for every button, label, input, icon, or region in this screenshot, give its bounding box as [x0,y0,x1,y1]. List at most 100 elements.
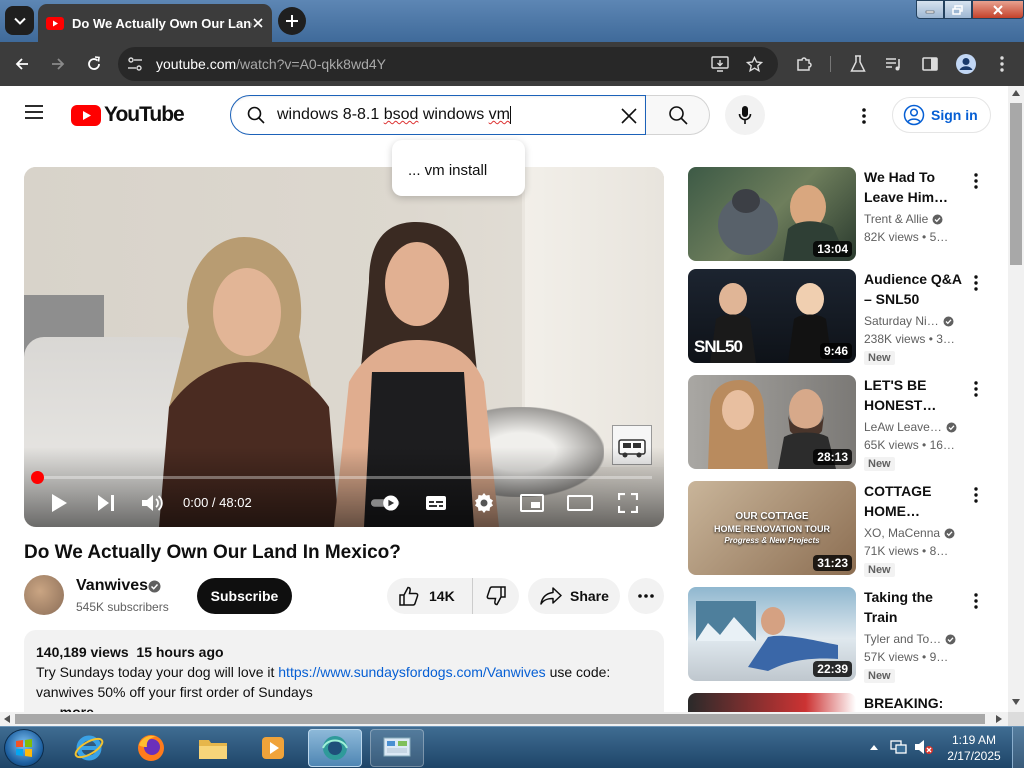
vertical-scrollbar[interactable] [1008,86,1024,712]
rec-title[interactable]: Audience Q&A – SNL50 [864,269,969,309]
settings-menu-button[interactable] [852,104,876,128]
media-controls-button[interactable] [882,52,906,76]
taskbar-firefox[interactable] [124,729,178,767]
scroll-right-arrow-icon[interactable] [996,715,1002,723]
autoplay-toggle[interactable] [370,489,404,517]
description-link[interactable]: https://www.sundaysfordogs.com/Vanwives [278,664,545,680]
labs-button[interactable] [846,52,870,76]
taskbar-file-explorer[interactable] [186,729,240,767]
rec-menu-button[interactable] [968,589,984,613]
rec-thumbnail[interactable] [688,693,856,712]
rec-channel[interactable]: LeAw Leave… [864,420,957,434]
like-button[interactable]: 14K [387,578,473,614]
close-window-button[interactable] [972,0,1024,19]
scroll-left-arrow-icon[interactable] [4,715,10,723]
voice-search-button[interactable] [725,95,765,135]
rec-thumbnail[interactable]: 22:39 [688,587,856,681]
address-bar[interactable]: youtube.com/watch?v=A0-qkk8wd4Y [118,47,778,81]
profile-button[interactable] [954,52,978,76]
rec-thumbnail[interactable]: OUR COTTAGE HOME RENOVATION TOUR Progres… [688,481,856,575]
rec-title[interactable]: BREAKING: [864,693,969,712]
system-clock[interactable]: 1:19 AM 2/17/2025 [944,732,1004,764]
scroll-down-arrow-icon[interactable] [1012,699,1020,705]
chrome-menu-button[interactable] [990,52,1014,76]
progress-scrubber[interactable] [31,471,44,484]
rec-menu-button[interactable] [968,483,984,507]
close-tab-icon[interactable] [252,17,264,29]
vertical-scroll-thumb[interactable] [1010,103,1022,265]
show-hidden-icons-icon[interactable] [870,744,878,750]
description-box[interactable]: 140,189 views 15 hours ago Try Sundays t… [24,630,664,712]
horizontal-scroll-thumb[interactable] [15,714,985,724]
rec-channel[interactable]: Trent & Allie [864,212,943,226]
scroll-up-arrow-icon[interactable] [1012,90,1020,96]
next-button[interactable] [93,489,119,517]
recommendation-item[interactable]: BREAKING: [688,693,998,712]
show-more-link[interactable]: ...more [48,702,652,712]
taskbar-internet-explorer[interactable] [62,729,116,767]
new-tab-button[interactable] [278,7,306,35]
theater-mode-button[interactable] [565,489,595,517]
side-panel-button[interactable] [918,52,942,76]
rec-title[interactable]: COTTAGE HOME… [864,481,969,521]
reload-button[interactable] [82,52,106,76]
share-button[interactable]: Share [528,578,620,614]
rec-menu-button[interactable] [968,169,984,193]
extensions-button[interactable] [792,52,816,76]
recommendation-item[interactable]: SNL50 9:46 Audience Q&A – SNL50 Saturday… [688,269,998,365]
network-icon[interactable] [890,739,908,755]
recommendation-item[interactable]: 28:13 LET'S BE HONEST… LeAw Leave… 65K v… [688,375,998,471]
progress-bar[interactable] [36,476,652,479]
rec-channel[interactable]: Saturday Ni… [864,314,954,328]
clear-search-button[interactable] [617,104,641,128]
fullscreen-button[interactable] [614,489,642,517]
site-info-icon[interactable] [126,56,144,72]
minimize-button[interactable] [916,0,944,19]
rec-title[interactable]: LET'S BE HONEST… [864,375,969,415]
subtitles-button[interactable] [422,489,450,517]
rec-title[interactable]: We Had To Leave Him… [864,167,969,207]
search-button[interactable] [646,95,710,135]
rec-menu-button[interactable] [968,271,984,295]
horizontal-scrollbar[interactable] [0,712,1008,726]
search-input[interactable]: windows 8-8.1 bsod windows vm [230,95,646,135]
rec-thumbnail[interactable]: 28:13 [688,375,856,469]
bookmark-button[interactable] [742,52,766,76]
rec-thumbnail[interactable]: SNL50 9:46 [688,269,856,363]
forward-button[interactable] [46,52,70,76]
recommendation-item[interactable]: 13:04 We Had To Leave Him… Trent & Allie… [688,167,998,261]
scrollbar-corner [1008,712,1024,726]
tab-search-button[interactable] [5,6,34,35]
start-button[interactable] [4,729,44,767]
taskbar-media-player[interactable] [246,729,300,767]
mute-button[interactable] [138,489,166,517]
browser-tab[interactable]: Do We Actually Own Our Land In Mexico? [38,4,272,42]
channel-name[interactable]: Vanwives [76,577,148,595]
subscribe-button[interactable]: Subscribe [197,578,292,614]
rec-channel[interactable]: Tyler and To… [864,632,956,646]
more-actions-button[interactable] [628,578,664,614]
recommendation-item[interactable]: 22:39 Taking the Train ACROSS… Tyler and… [688,587,998,683]
sign-in-button[interactable]: Sign in [892,97,991,133]
miniplayer-button[interactable] [518,489,546,517]
play-button[interactable] [46,489,72,517]
back-button[interactable] [10,52,34,76]
maximize-button[interactable] [944,0,972,19]
youtube-logo[interactable]: YouTube [71,103,185,127]
settings-button[interactable] [470,489,498,517]
recommendation-item[interactable]: OUR COTTAGE HOME RENOVATION TOUR Progres… [688,481,998,577]
search-suggestion[interactable]: ... vm install [392,140,525,196]
rec-title[interactable]: Taking the Train ACROSS… [864,587,969,627]
guide-menu-button[interactable] [24,104,44,120]
channel-avatar[interactable] [24,575,64,615]
rec-menu-button[interactable] [968,377,984,401]
show-desktop-button[interactable] [1012,727,1024,768]
taskbar-control-panel[interactable] [370,729,424,767]
rec-thumbnail[interactable]: 13:04 [688,167,856,261]
rec-channel[interactable]: XO, MaCenna [864,526,955,540]
video-player[interactable]: 0:00 / 48:02 [24,167,664,527]
dislike-button[interactable] [473,578,519,614]
volume-muted-icon[interactable] [914,739,934,755]
taskbar-chrome-window[interactable] [308,729,362,767]
install-app-button[interactable] [708,52,732,76]
